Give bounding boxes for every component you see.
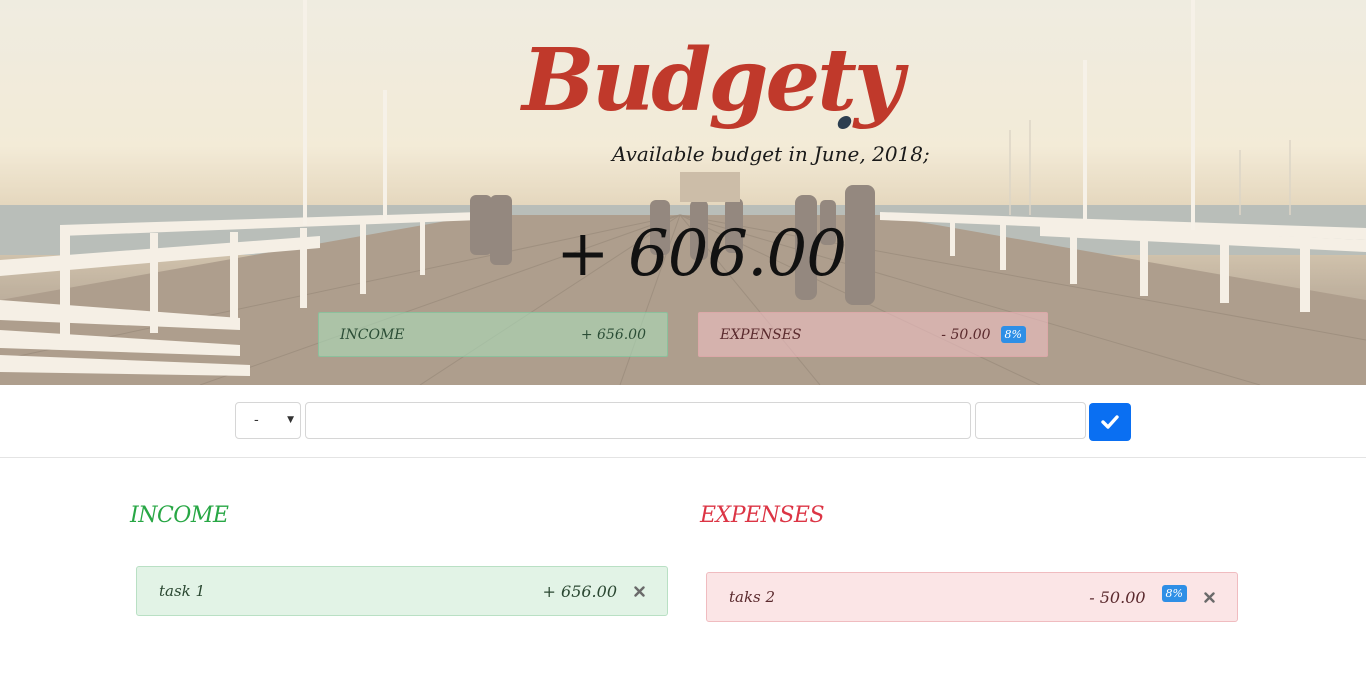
- available-budget-value: + 606.00: [556, 217, 847, 291]
- expenses-summary-value: - 50.00: [941, 326, 991, 343]
- expenses-summary-label: EXPENSES: [720, 326, 802, 343]
- add-item-bar: - ▼: [0, 385, 1366, 458]
- expense-item-value: - 50.00: [1089, 587, 1146, 607]
- description-input[interactable]: [305, 402, 971, 439]
- expenses-summary: EXPENSES - 50.00 8%: [698, 312, 1048, 357]
- caret-down-icon: ▼: [287, 415, 294, 425]
- close-icon: [1203, 591, 1215, 603]
- budget-title-label: Available budget in: [612, 142, 808, 166]
- close-icon: [633, 585, 645, 597]
- app-logo: Budgety: [522, 30, 904, 131]
- hero-banner: Budgety Available budget in June, 2018; +…: [0, 0, 1366, 385]
- expense-item-description: taks 2: [729, 588, 776, 606]
- checkmark-icon: [1101, 415, 1119, 429]
- income-summary-value: + 656.00: [580, 326, 646, 343]
- delete-expense-button[interactable]: [1203, 591, 1215, 603]
- budget-title: Available budget in June, 2018;: [612, 142, 930, 166]
- expenses-percentage-badge: 8%: [1000, 326, 1026, 343]
- income-summary: INCOME + 656.00: [318, 312, 668, 357]
- delete-income-button[interactable]: [633, 585, 645, 597]
- add-button[interactable]: [1089, 403, 1131, 441]
- type-select[interactable]: - ▼: [235, 402, 301, 439]
- type-select-value: -: [254, 412, 259, 428]
- expenses-list-title: EXPENSES: [700, 503, 825, 528]
- income-item: task 1 + 656.00: [136, 566, 668, 616]
- budget-month: June, 2018;: [813, 142, 930, 166]
- income-summary-label: INCOME: [340, 326, 405, 343]
- income-list-title: INCOME: [130, 503, 229, 528]
- income-item-description: task 1: [159, 582, 206, 600]
- expense-item: taks 2 - 50.00 8%: [706, 572, 1238, 622]
- value-input[interactable]: [975, 402, 1086, 439]
- income-item-value: + 656.00: [542, 581, 617, 601]
- expense-item-percentage-badge: 8%: [1161, 584, 1187, 602]
